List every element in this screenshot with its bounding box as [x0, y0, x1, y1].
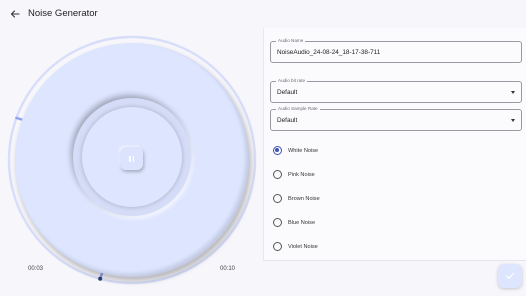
check-icon: [506, 273, 514, 279]
radio-unselected-icon: [273, 242, 282, 251]
radio-unselected-icon: [273, 218, 282, 227]
pause-icon: [128, 155, 135, 162]
arrow-left-icon: [10, 10, 20, 18]
back-button[interactable]: [6, 5, 24, 23]
audio-name-field[interactable]: Audio Name NoiseAudio_24-08-24_18-17-38-…: [270, 38, 522, 63]
radio-unselected-icon: [273, 194, 282, 203]
radio-blue-noise[interactable]: Blue Noise: [272, 216, 472, 230]
audio-name-value: NoiseAudio_24-08-24_18-17-38-711: [277, 49, 381, 56]
elapsed-time: 00:03: [28, 266, 44, 272]
radio-pink-noise[interactable]: Pink Noise: [272, 168, 472, 182]
noise-player: 00:03 00:10: [0, 28, 263, 296]
progress-knob: [98, 276, 103, 281]
radio-brown-noise[interactable]: Brown Noise: [272, 192, 472, 206]
total-time: 00:10: [220, 266, 236, 272]
settings-panel: Audio Name NoiseAudio_24-08-24_18-17-38-…: [263, 28, 526, 261]
confirm-button[interactable]: [498, 264, 522, 288]
chevron-down-icon: [511, 119, 515, 122]
radio-label: Blue Noise: [288, 220, 316, 226]
sample-rate-value: Default: [277, 117, 298, 124]
radio-label: Brown Noise: [288, 196, 320, 202]
radio-label: White Noise: [288, 148, 319, 154]
radio-white-noise[interactable]: White Noise: [272, 144, 472, 158]
sample-rate-label: Audio Sample Rate: [276, 106, 320, 112]
pause-button[interactable]: [120, 147, 143, 170]
bit-rate-label: Audio bit rate: [276, 78, 308, 84]
radio-selected-icon: [273, 146, 282, 155]
sample-rate-select[interactable]: Audio Sample Rate Default: [270, 106, 522, 131]
radio-violet-noise[interactable]: Violet Noise: [272, 240, 472, 254]
audio-name-label: Audio Name: [276, 38, 306, 44]
bit-rate-value: Default: [277, 89, 298, 96]
page-title: Noise Generator: [28, 8, 98, 19]
radio-label: Pink Noise: [288, 172, 315, 178]
radio-unselected-icon: [273, 170, 282, 179]
app-bar: Noise Generator: [0, 0, 526, 28]
bit-rate-select[interactable]: Audio bit rate Default: [270, 78, 522, 103]
chevron-down-icon: [511, 91, 515, 94]
radio-label: Violet Noise: [288, 244, 318, 250]
